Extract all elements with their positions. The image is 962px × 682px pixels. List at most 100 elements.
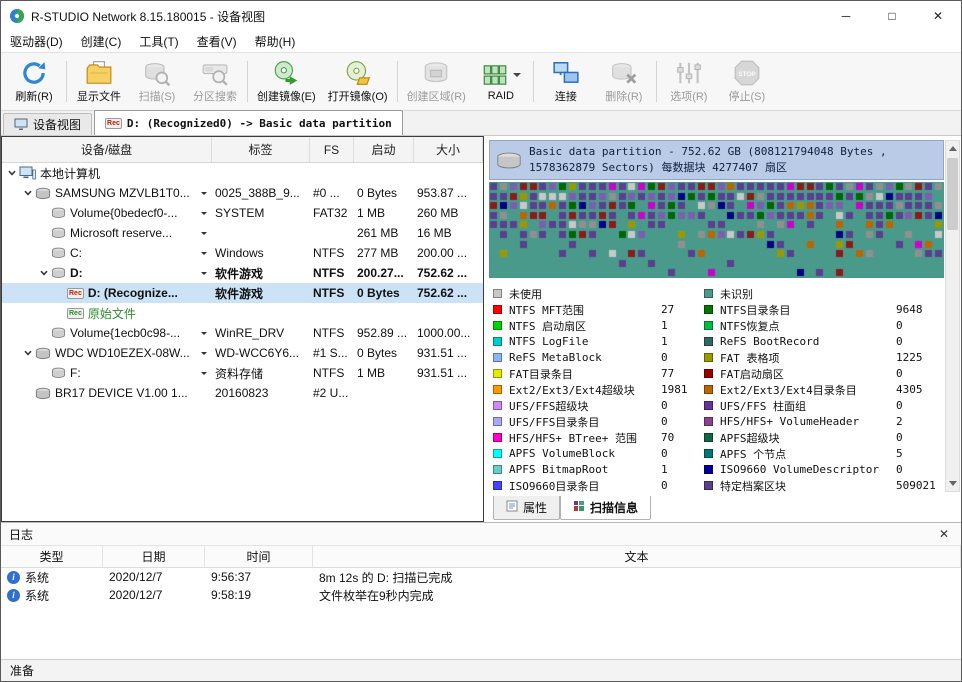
legend-swatch bbox=[704, 353, 713, 362]
legend-swatch bbox=[493, 369, 502, 378]
tree-row[interactable]: WDC WD10EZEX-08W...WD-WCC6Y6...#1 S...0 … bbox=[2, 343, 483, 363]
legend-item: 未识别 bbox=[704, 286, 942, 301]
legend-count: 0 bbox=[896, 431, 903, 444]
cell-fs: #2 U... bbox=[310, 383, 354, 403]
column-header-3[interactable]: 启动 bbox=[354, 137, 414, 162]
toolbar-icon-row bbox=[272, 59, 300, 87]
open-image-button[interactable]: 打开镜像(O) bbox=[322, 55, 394, 108]
column-header-2[interactable]: FS bbox=[310, 137, 354, 162]
legend-count: 0 bbox=[896, 319, 903, 332]
legend-item: ReFS MetaBlock0 bbox=[493, 350, 704, 365]
arrow-up-icon bbox=[949, 142, 957, 151]
tab-recognized-partition[interactable]: Rec D: (Recognized0) -> Basic data parti… bbox=[94, 110, 403, 135]
maximize-button[interactable]: □ bbox=[869, 1, 915, 31]
expander-icon[interactable] bbox=[5, 168, 19, 178]
tab-label: 设备视图 bbox=[33, 116, 81, 133]
device-name: SAMSUNG MZVLB1T0... bbox=[55, 186, 190, 200]
tree-row[interactable]: C:WindowsNTFS277 MB200.00 ... bbox=[2, 243, 483, 263]
device-name-cell: WDC WD10EZEX-08W... bbox=[2, 343, 212, 363]
legend-swatch bbox=[493, 289, 502, 298]
legend-swatch bbox=[704, 449, 713, 458]
log-column-header-3[interactable]: 文本 bbox=[313, 546, 961, 567]
legend-item: Ext2/Ext3/Ext4目录条目4305 bbox=[704, 382, 942, 397]
legend-label: NTFS MFT范围 bbox=[509, 302, 661, 318]
log-row[interactable]: i系统2020/12/79:56:378m 12s 的 D: 扫描已完成 bbox=[1, 568, 961, 586]
column-header-1[interactable]: 标签 bbox=[212, 137, 310, 162]
open-image-icon bbox=[344, 59, 372, 87]
close-button[interactable]: ✕ bbox=[915, 1, 961, 31]
menu-item-3[interactable]: 查看(V) bbox=[188, 31, 246, 52]
scan-info-panel: Basic data partition - 752.62 GB (808121… bbox=[484, 136, 961, 522]
cell-boot: 261 MB bbox=[354, 223, 414, 243]
tree-row[interactable]: D:软件游戏NTFS200.27...752.62 ... bbox=[2, 263, 483, 283]
connect-button[interactable]: 连接 bbox=[537, 55, 595, 108]
dropdown-arrow-icon[interactable] bbox=[513, 73, 521, 81]
refresh-button[interactable]: 刷新(R) bbox=[5, 55, 63, 108]
tree-row[interactable]: SAMSUNG MZVLB1T0...0025_388B_9...#0 ...0… bbox=[2, 183, 483, 203]
legend-swatch bbox=[704, 433, 713, 442]
device-name-cell: Microsoft reserve... bbox=[2, 223, 212, 243]
raid-button[interactable]: RAID bbox=[472, 55, 530, 108]
tree-row[interactable]: 本地计算机 bbox=[2, 163, 483, 183]
legend-label: 特定档案区块 bbox=[720, 478, 896, 494]
menu-item-0[interactable]: 驱动器(D) bbox=[1, 31, 72, 52]
row-dropdown-icon[interactable] bbox=[201, 372, 207, 378]
expander-icon[interactable] bbox=[21, 348, 35, 358]
menu-item-4[interactable]: 帮助(H) bbox=[246, 31, 305, 52]
menu-item-2[interactable]: 工具(T) bbox=[130, 31, 187, 52]
scan-block-map-canvas[interactable] bbox=[489, 182, 944, 278]
device-tree-panel: 设备/磁盘标签FS启动大小 本地计算机SAMSUNG MZVLB1T0...00… bbox=[1, 136, 484, 522]
scan-block-map[interactable] bbox=[489, 182, 944, 278]
toolbar-button-label: 刷新(R) bbox=[15, 88, 52, 104]
vertical-scrollbar[interactable] bbox=[945, 140, 960, 492]
row-dropdown-icon[interactable] bbox=[201, 232, 207, 238]
row-dropdown-icon[interactable] bbox=[201, 272, 207, 278]
menu-item-1[interactable]: 创建(C) bbox=[72, 31, 131, 52]
row-dropdown-icon[interactable] bbox=[201, 332, 207, 338]
log-close-icon[interactable]: ✕ bbox=[935, 527, 953, 541]
legend-item: APFS BitmapRoot1 bbox=[493, 462, 704, 477]
log-column-header-1[interactable]: 日期 bbox=[103, 546, 205, 567]
log-column-header-2[interactable]: 时间 bbox=[205, 546, 313, 567]
scrollbar-thumb[interactable] bbox=[947, 158, 958, 230]
log-row[interactable]: i系统2020/12/79:58:19文件枚举在9秒内完成 bbox=[1, 586, 961, 604]
show-files-button[interactable]: 显示文件 bbox=[70, 55, 128, 108]
column-header-4[interactable]: 大小 bbox=[414, 137, 483, 162]
scroll-up-button[interactable] bbox=[946, 141, 959, 156]
tree-row[interactable]: F:资料存储NTFS1 MB931.51 ... bbox=[2, 363, 483, 383]
scroll-down-button[interactable] bbox=[946, 476, 959, 491]
log-time-cell: 9:58:19 bbox=[205, 588, 313, 602]
tree-row[interactable]: Volume{1ecb0c98-...WinRE_DRVNTFS952.89 .… bbox=[2, 323, 483, 343]
tree-row[interactable]: Rec原始文件 bbox=[2, 303, 483, 323]
expander-icon[interactable] bbox=[21, 188, 35, 198]
legend-label: NTFS目录条目 bbox=[720, 302, 896, 318]
log-column-header-0[interactable]: 类型 bbox=[1, 546, 103, 567]
row-dropdown-icon[interactable] bbox=[201, 252, 207, 258]
create-image-button[interactable]: 创建镜像(E) bbox=[251, 55, 322, 108]
legend-item: NTFS LogFile1 bbox=[493, 334, 704, 349]
scrollbar-track[interactable] bbox=[946, 156, 959, 476]
legend-item: NTFS 启动扇区1 bbox=[493, 318, 704, 333]
arrow-down-icon bbox=[949, 481, 957, 490]
row-dropdown-icon[interactable] bbox=[201, 212, 207, 218]
tree-row[interactable]: Microsoft reserve...261 MB16 MB bbox=[2, 223, 483, 243]
tree-row[interactable]: RecD: (Recognize...软件游戏NTFS0 Bytes752.62… bbox=[2, 283, 483, 303]
rec-green-icon: Rec bbox=[67, 308, 84, 319]
device-name: C: bbox=[70, 246, 82, 260]
tab-label: 属性 bbox=[523, 499, 547, 516]
row-dropdown-icon[interactable] bbox=[201, 352, 207, 358]
row-dropdown-icon[interactable] bbox=[201, 192, 207, 198]
tab-scan-information[interactable]: 扫描信息 bbox=[560, 496, 651, 520]
minimize-button[interactable]: ─ bbox=[823, 1, 869, 31]
cell-boot bbox=[354, 163, 414, 183]
column-header-0[interactable]: 设备/磁盘 bbox=[2, 137, 212, 162]
tree-row[interactable]: BR17 DEVICE V1.00 1...20160823#2 U... bbox=[2, 383, 483, 403]
tab-properties[interactable]: 属性 bbox=[493, 496, 560, 520]
tree-row[interactable]: Volume{0bedecf0-...SYSTEMFAT321 MB260 MB bbox=[2, 203, 483, 223]
expander-icon[interactable] bbox=[37, 268, 51, 278]
device-name: BR17 DEVICE V1.00 1... bbox=[55, 386, 188, 400]
legend-item: UFS/FFS 柱面组0 bbox=[704, 398, 942, 413]
tab-device-view[interactable]: 设备视图 bbox=[3, 113, 92, 135]
rec-icon: Rec bbox=[67, 288, 84, 299]
legend-count: 9648 bbox=[896, 303, 923, 316]
